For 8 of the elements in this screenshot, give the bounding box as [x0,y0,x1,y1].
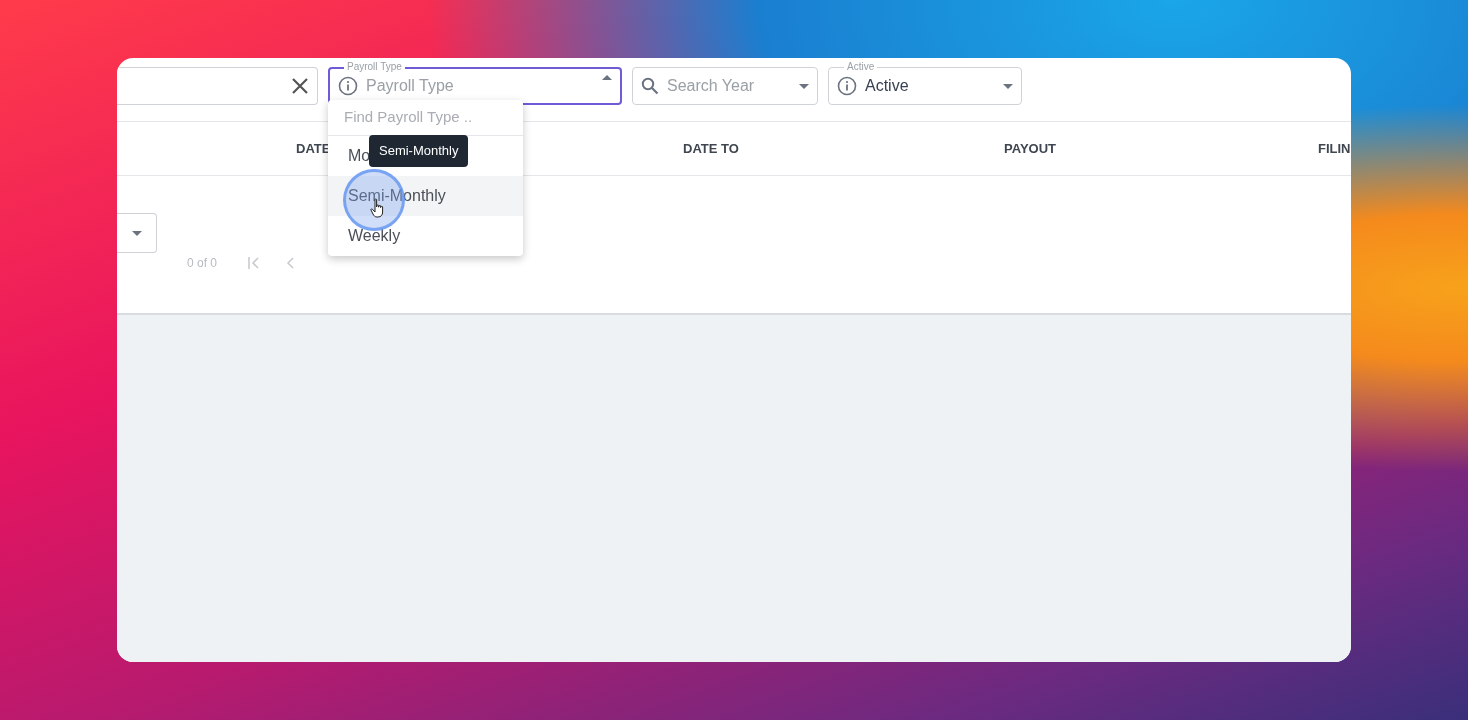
column-header: DATE TO [683,139,739,158]
column-header: FILIN [1318,139,1351,158]
column-header: DATE [296,139,331,158]
field-label: Payroll Type [344,61,405,73]
column-header: PAYOUT [1004,139,1056,158]
tooltip: Semi-Monthly [369,135,469,167]
field-label: Active [844,61,878,73]
page-range: 0 of 0 [187,255,218,272]
